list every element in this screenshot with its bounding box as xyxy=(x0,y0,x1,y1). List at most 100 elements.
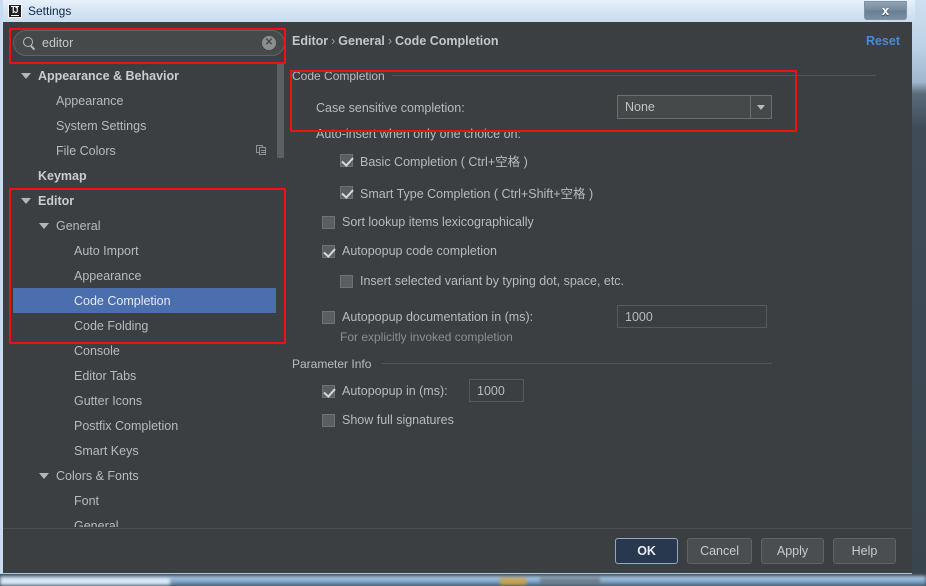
search-box[interactable]: ✕ xyxy=(13,30,285,56)
clear-circle-icon[interactable]: ✕ xyxy=(262,36,276,50)
checkbox-row-basic-completion[interactable]: Basic Completion ( Ctrl+空格 ) xyxy=(340,151,528,170)
settings-window: IJ Settings x ✕ Appearance & Behavior App… xyxy=(0,0,915,574)
chevron-down-icon[interactable] xyxy=(750,96,771,118)
sidebar-item-general[interactable]: General xyxy=(13,513,285,528)
checkbox-label-insert-selected-variant: Insert selected variant by typing dot, s… xyxy=(360,274,625,288)
checkbox-basic-completion[interactable] xyxy=(340,154,353,167)
sidebar-item-label: General xyxy=(56,218,101,233)
sidebar-item-postfix-completion[interactable]: Postfix Completion xyxy=(13,413,285,438)
settings-content-panel: Editor › General › Code Completion Reset Cod… xyxy=(292,30,902,527)
checkbox-insert-selected-variant[interactable] xyxy=(340,274,353,288)
sidebar-item-appearance[interactable]: Appearance xyxy=(13,263,285,288)
checkbox-row-autopopup-documentation[interactable]: Autopopup documentation in (ms): xyxy=(322,310,533,324)
checkbox-row-smart-type-completion[interactable]: Smart Type Completion ( Ctrl+Shift+空格 ) xyxy=(340,183,593,202)
cancel-button[interactable]: Cancel xyxy=(687,538,752,564)
sidebar-item-label: Appearance & Behavior xyxy=(38,68,180,83)
case-sensitive-completion-label: Case sensitive completion: xyxy=(316,101,465,115)
copy-settings-icon[interactable] xyxy=(256,145,267,156)
sidebar-item-label: Auto Import xyxy=(74,243,139,258)
checkbox-smart-type-completion[interactable] xyxy=(340,186,353,199)
checkbox-row-autopopup-code-completion[interactable]: Autopopup code completion xyxy=(322,244,497,258)
chevron-down-icon[interactable] xyxy=(39,472,49,479)
window-title: Settings xyxy=(28,4,72,18)
settings-tree: Appearance & Behavior Appearance System Se… xyxy=(13,63,285,527)
sidebar-item-gutter-icons[interactable]: Gutter Icons xyxy=(13,388,285,413)
group-divider-code-completion xyxy=(392,75,876,76)
checkbox-sort-lookup[interactable] xyxy=(322,215,335,229)
sidebar-scrollbar-track[interactable] xyxy=(276,63,285,527)
settings-dialog-body: ✕ Appearance & Behavior Appearance System … xyxy=(3,22,912,573)
search-icon xyxy=(22,36,36,50)
case-sensitive-completion-select[interactable]: None xyxy=(617,95,772,119)
sidebar-item-label: Console xyxy=(74,343,120,358)
checkbox-label-show-full-signatures: Show full signatures xyxy=(342,413,454,427)
window-title-bar: IJ Settings xyxy=(3,0,915,22)
breadcrumb-part-code-completion[interactable]: Code Completion xyxy=(395,34,498,48)
checkbox-row-insert-selected-variant[interactable]: Insert selected variant by typing dot, s… xyxy=(340,274,624,288)
sidebar-item-appearance-behavior[interactable]: Appearance & Behavior xyxy=(13,63,285,88)
dialog-footer: OK Cancel Apply Help xyxy=(3,528,912,573)
sidebar-scrollbar-thumb[interactable] xyxy=(277,63,284,158)
chevron-down-icon[interactable] xyxy=(21,197,31,204)
breadcrumb-part-editor[interactable]: Editor xyxy=(292,34,328,48)
sidebar-item-label: Code Folding xyxy=(74,318,149,333)
sidebar-item-editor-tabs[interactable]: Editor Tabs xyxy=(13,363,285,388)
sidebar-item-editor[interactable]: Editor xyxy=(13,188,285,213)
breadcrumb-separator: › xyxy=(331,34,336,48)
sidebar-item-colors-fonts[interactable]: Colors & Fonts xyxy=(13,463,285,488)
sidebar-item-label: Appearance xyxy=(74,268,142,283)
close-icon[interactable]: x xyxy=(864,1,907,20)
parameter-autopopup-input[interactable]: 1000 xyxy=(469,379,524,402)
sidebar-item-keymap[interactable]: Keymap xyxy=(13,163,285,188)
sidebar-item-console[interactable]: Console xyxy=(13,338,285,363)
sidebar-item-label: Smart Keys xyxy=(74,443,139,458)
autopopup-documentation-input[interactable]: 1000 xyxy=(617,305,767,328)
checkbox-row-parameter-autopopup[interactable]: Autopopup in (ms): xyxy=(322,384,448,398)
blurred-taskbar xyxy=(0,576,926,586)
reset-link[interactable]: Reset xyxy=(866,34,900,48)
sidebar-item-font[interactable]: Font xyxy=(13,488,285,513)
sidebar-item-code-completion[interactable]: Code Completion xyxy=(13,288,285,313)
checkbox-parameter-autopopup[interactable] xyxy=(322,384,335,398)
auto-insert-label: Auto-insert when only one choice on: xyxy=(316,127,521,141)
checkbox-label-parameter-autopopup: Autopopup in (ms): xyxy=(342,384,448,398)
ok-button[interactable]: OK xyxy=(615,538,679,564)
sidebar-item-appearance[interactable]: Appearance xyxy=(13,88,285,113)
autopopup-documentation-hint: For explicitly invoked completion xyxy=(340,330,513,344)
checkbox-row-sort-lookup[interactable]: Sort lookup items lexicographically xyxy=(322,215,534,229)
sidebar-item-system-settings[interactable]: System Settings xyxy=(13,113,285,138)
sidebar-item-label: Code Completion xyxy=(74,293,171,308)
sidebar-item-smart-keys[interactable]: Smart Keys xyxy=(13,438,285,463)
sidebar-item-code-folding[interactable]: Code Folding xyxy=(13,313,285,338)
sidebar-item-label: Editor Tabs xyxy=(74,368,137,383)
ij-logo-icon: IJ xyxy=(8,4,22,18)
sidebar-item-auto-import[interactable]: Auto Import xyxy=(13,238,285,263)
sidebar-item-label: Keymap xyxy=(38,168,87,183)
checkbox-label-autopopup-documentation: Autopopup documentation in (ms): xyxy=(342,310,534,324)
breadcrumb-part-general[interactable]: General xyxy=(338,34,385,48)
checkbox-show-full-signatures[interactable] xyxy=(322,413,335,427)
sidebar-item-label: Colors & Fonts xyxy=(56,468,139,483)
checkbox-label-smart-type-completion: Smart Type Completion ( Ctrl+Shift+空格 ) xyxy=(360,187,594,201)
settings-sidebar: ✕ Appearance & Behavior Appearance System … xyxy=(13,30,285,527)
chevron-down-icon[interactable] xyxy=(39,222,49,229)
checkbox-autopopup-documentation[interactable] xyxy=(322,310,335,324)
breadcrumb: Editor › General › Code Completion xyxy=(292,34,498,48)
checkbox-label-sort-lookup: Sort lookup items lexicographically xyxy=(342,215,534,229)
group-title-parameter-info: Parameter Info xyxy=(292,357,378,371)
sidebar-item-label: File Colors xyxy=(56,143,116,158)
sidebar-item-label: Font xyxy=(74,493,100,508)
sidebar-item-general[interactable]: General xyxy=(13,213,285,238)
search-input[interactable] xyxy=(36,36,262,50)
settings-tree-rows: Appearance & Behavior Appearance System Se… xyxy=(13,63,285,527)
checkbox-autopopup-code-completion[interactable] xyxy=(322,244,335,258)
sidebar-item-label: General xyxy=(74,518,119,528)
sidebar-item-file-colors[interactable]: File Colors xyxy=(13,138,285,163)
group-title-code-completion: Code Completion xyxy=(292,69,391,83)
apply-button[interactable]: Apply xyxy=(761,538,824,564)
checkbox-label-basic-completion: Basic Completion ( Ctrl+空格 ) xyxy=(360,155,528,169)
checkbox-label-autopopup-code-completion: Autopopup code completion xyxy=(342,244,497,258)
chevron-down-icon[interactable] xyxy=(21,72,31,79)
help-button[interactable]: Help xyxy=(833,538,896,564)
checkbox-row-show-full-signatures[interactable]: Show full signatures xyxy=(322,413,454,427)
